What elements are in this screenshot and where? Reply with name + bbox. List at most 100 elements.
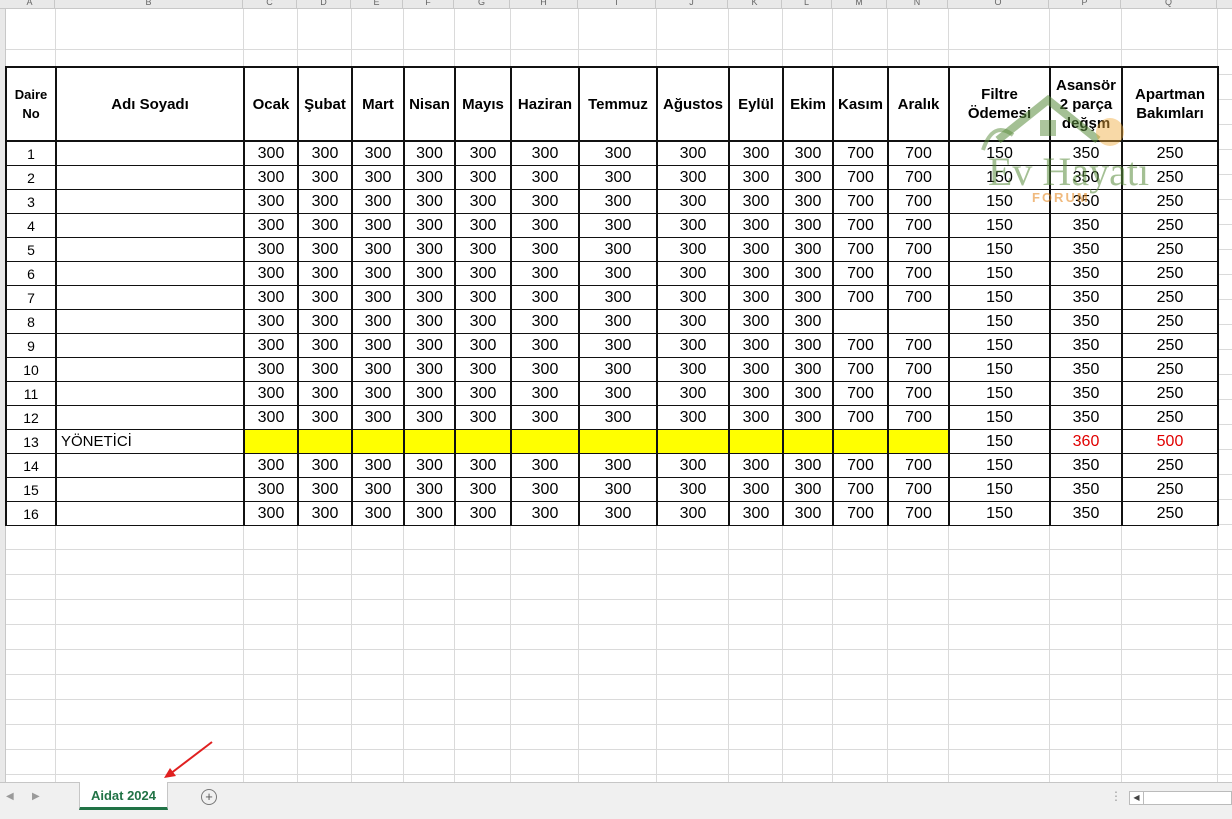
- amount-cell[interactable]: 700: [832, 140, 889, 166]
- amount-cell[interactable]: 300: [403, 140, 456, 166]
- amount-cell[interactable]: 300: [297, 477, 353, 502]
- plus-circle-icon[interactable]: +: [201, 789, 217, 805]
- header-cell[interactable]: Daire No: [5, 66, 57, 142]
- amount-cell[interactable]: 700: [887, 501, 950, 526]
- amount-cell[interactable]: 250: [1121, 333, 1219, 358]
- column-header-d[interactable]: D: [297, 0, 351, 8]
- amount-cell[interactable]: 300: [656, 285, 730, 310]
- amount-cell[interactable]: 300: [656, 333, 730, 358]
- amount-cell[interactable]: 300: [782, 261, 834, 286]
- amount-cell[interactable]: 350: [1049, 261, 1123, 286]
- amount-cell[interactable]: 300: [454, 165, 512, 190]
- amount-cell[interactable]: 300: [297, 285, 353, 310]
- column-header-g[interactable]: G: [454, 0, 510, 8]
- amount-cell[interactable]: 700: [887, 140, 950, 166]
- name-cell[interactable]: [55, 501, 245, 526]
- amount-cell[interactable]: 300: [510, 309, 580, 334]
- amount-cell[interactable]: 300: [403, 477, 456, 502]
- amount-cell[interactable]: 300: [656, 237, 730, 262]
- amount-cell[interactable]: 300: [578, 381, 658, 406]
- amount-cell[interactable]: 300: [243, 285, 299, 310]
- amount-cell[interactable]: 300: [656, 453, 730, 478]
- amount-cell[interactable]: 700: [887, 405, 950, 430]
- amount-cell[interactable]: 300: [351, 477, 405, 502]
- chevron-right-icon[interactable]: ▶: [32, 791, 40, 802]
- amount-cell[interactable]: 300: [351, 285, 405, 310]
- amount-cell[interactable]: 300: [351, 309, 405, 334]
- amount-cell[interactable]: 300: [578, 477, 658, 502]
- amount-cell[interactable]: 150: [948, 213, 1051, 238]
- amount-cell[interactable]: 300: [403, 189, 456, 214]
- amount-cell[interactable]: 300: [454, 285, 512, 310]
- amount-cell[interactable]: 300: [728, 261, 784, 286]
- amount-cell[interactable]: 300: [243, 477, 299, 502]
- amount-cell[interactable]: [832, 309, 889, 334]
- amount-cell[interactable]: 350: [1049, 309, 1123, 334]
- daire-no-cell[interactable]: 12: [5, 405, 57, 430]
- name-cell[interactable]: [55, 165, 245, 190]
- amount-cell[interactable]: 300: [728, 309, 784, 334]
- amount-cell[interactable]: [454, 429, 512, 454]
- amount-cell[interactable]: 300: [403, 453, 456, 478]
- amount-cell[interactable]: 150: [948, 309, 1051, 334]
- daire-no-cell[interactable]: 5: [5, 237, 57, 262]
- amount-cell[interactable]: 250: [1121, 405, 1219, 430]
- amount-cell[interactable]: 300: [578, 333, 658, 358]
- amount-cell[interactable]: 300: [454, 405, 512, 430]
- amount-cell[interactable]: 300: [243, 357, 299, 382]
- amount-cell[interactable]: 150: [948, 261, 1051, 286]
- amount-cell[interactable]: 700: [887, 189, 950, 214]
- amount-cell[interactable]: 300: [510, 165, 580, 190]
- amount-cell[interactable]: 300: [656, 309, 730, 334]
- amount-cell[interactable]: 300: [297, 237, 353, 262]
- amount-cell[interactable]: 300: [510, 453, 580, 478]
- amount-cell[interactable]: 300: [656, 501, 730, 526]
- amount-cell[interactable]: 300: [297, 309, 353, 334]
- amount-cell[interactable]: 150: [948, 477, 1051, 502]
- amount-cell[interactable]: 700: [887, 333, 950, 358]
- amount-cell[interactable]: 300: [782, 140, 834, 166]
- amount-cell[interactable]: [887, 309, 950, 334]
- amount-cell[interactable]: 300: [351, 189, 405, 214]
- amount-cell[interactable]: 300: [297, 165, 353, 190]
- amount-cell[interactable]: 300: [510, 237, 580, 262]
- amount-cell[interactable]: 300: [656, 261, 730, 286]
- daire-no-cell[interactable]: 13: [5, 429, 57, 454]
- column-header-n[interactable]: N: [887, 0, 948, 8]
- amount-cell[interactable]: 300: [403, 213, 456, 238]
- amount-cell[interactable]: 300: [578, 261, 658, 286]
- name-cell[interactable]: [55, 477, 245, 502]
- amount-cell[interactable]: 350: [1049, 333, 1123, 358]
- amount-cell[interactable]: 300: [243, 333, 299, 358]
- amount-cell[interactable]: 700: [832, 381, 889, 406]
- daire-no-cell[interactable]: 8: [5, 309, 57, 334]
- amount-cell[interactable]: 300: [243, 237, 299, 262]
- amount-cell[interactable]: 250: [1121, 261, 1219, 286]
- splitter-handle-icon[interactable]: ⋮: [1110, 789, 1122, 803]
- name-cell[interactable]: [55, 381, 245, 406]
- amount-cell[interactable]: 300: [297, 501, 353, 526]
- amount-cell[interactable]: [656, 429, 730, 454]
- amount-cell[interactable]: 300: [578, 357, 658, 382]
- amount-cell[interactable]: [578, 429, 658, 454]
- amount-cell[interactable]: 250: [1121, 453, 1219, 478]
- header-cell[interactable]: Aralık: [887, 66, 950, 142]
- amount-cell[interactable]: 300: [510, 189, 580, 214]
- amount-cell[interactable]: [782, 429, 834, 454]
- header-cell[interactable]: Filtre Ödemesi: [948, 66, 1051, 142]
- amount-cell[interactable]: 300: [243, 213, 299, 238]
- amount-cell[interactable]: 700: [832, 213, 889, 238]
- amount-cell[interactable]: 300: [297, 189, 353, 214]
- amount-cell[interactable]: 300: [454, 213, 512, 238]
- amount-cell[interactable]: 300: [243, 381, 299, 406]
- column-header-l[interactable]: L: [782, 0, 832, 8]
- amount-cell[interactable]: 350: [1049, 213, 1123, 238]
- amount-cell[interactable]: 300: [403, 237, 456, 262]
- amount-cell[interactable]: [728, 429, 784, 454]
- header-cell[interactable]: Temmuz: [578, 66, 658, 142]
- amount-cell[interactable]: 300: [728, 333, 784, 358]
- amount-cell[interactable]: 300: [297, 453, 353, 478]
- amount-cell[interactable]: 300: [454, 237, 512, 262]
- amount-cell[interactable]: 300: [782, 501, 834, 526]
- amount-cell[interactable]: 700: [887, 453, 950, 478]
